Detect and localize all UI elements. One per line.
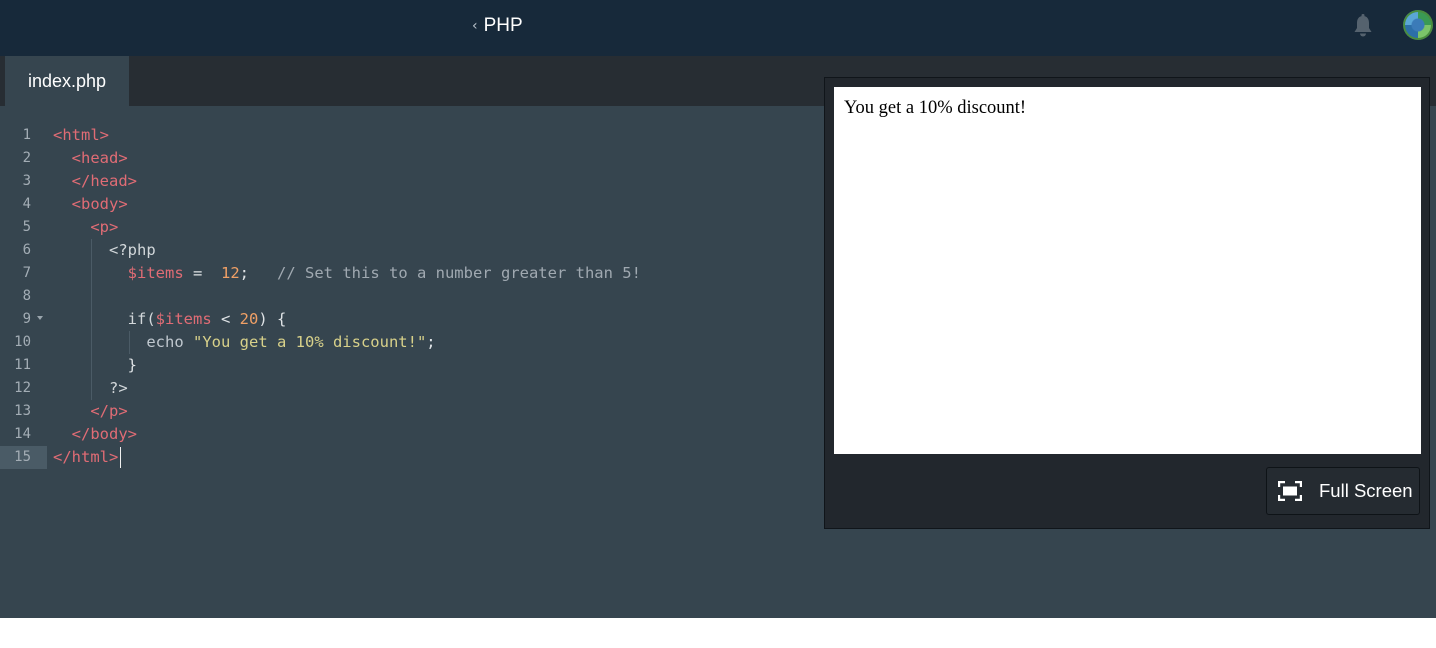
chevron-left-icon: ‹ [472, 18, 478, 34]
code-token: <html> [53, 126, 109, 144]
code-line: 12 ?> [0, 377, 820, 400]
code-token: ) { [258, 310, 287, 328]
tab-index-php[interactable]: index.php [5, 56, 129, 106]
line-number: 9 [22, 311, 31, 327]
code-token: <body> [71, 195, 128, 213]
line-number: 13 [14, 403, 31, 419]
code-token: } [127, 356, 137, 374]
code-token: ; [239, 264, 249, 282]
line-number: 5 [22, 219, 31, 235]
full-screen-label: Full Screen [1319, 480, 1413, 501]
code-token: </html> [53, 448, 119, 466]
code-line: 7 $items = 12; // Set this to a number g… [0, 262, 820, 285]
text-cursor [120, 447, 121, 468]
code-string: "You get a 10% discount!" [193, 333, 427, 351]
preview-panel: You get a 10% discount! Full Screen [824, 77, 1430, 529]
code-line: 11 } [0, 354, 820, 377]
code-token: echo [146, 333, 184, 351]
code-token: = [183, 264, 221, 282]
line-number: 12 [14, 380, 31, 396]
code-line: 4 <body> [0, 193, 820, 216]
code-token: </head> [71, 172, 137, 190]
full-screen-button[interactable]: Full Screen [1266, 467, 1420, 515]
code-token: </body> [71, 425, 137, 443]
code-comment: // Set this to a number greater than 5! [277, 264, 641, 282]
line-number: 8 [22, 288, 31, 304]
top-bar: ‹ PHP [0, 0, 1436, 56]
line-number: 7 [22, 265, 31, 281]
preview-output-frame: You get a 10% discount! [834, 87, 1421, 454]
code-token: <head> [71, 149, 128, 167]
line-number: 1 [22, 127, 31, 143]
code-line: 3 </head> [0, 170, 820, 193]
line-number: 4 [22, 196, 31, 212]
code-line: 15 </html> [0, 446, 820, 469]
preview-output-text: You get a 10% discount! [844, 98, 1027, 118]
code-line: 10 echo "You get a 10% discount!"; [0, 331, 820, 354]
line-number: 10 [14, 334, 31, 350]
code-token: < [211, 310, 240, 328]
code-token: ?> [109, 379, 128, 397]
code-token: $items [127, 264, 184, 282]
code-line: 5 <p> [0, 216, 820, 239]
code-token: $items [155, 310, 212, 328]
bell-icon[interactable] [1351, 13, 1375, 39]
code-line: 13 </p> [0, 400, 820, 423]
code-line: 2 <head> [0, 147, 820, 170]
line-number: 3 [22, 173, 31, 189]
code-line: 8 [0, 285, 820, 308]
page-title: PHP [483, 15, 523, 36]
avatar[interactable] [1403, 10, 1433, 40]
line-number: 11 [14, 357, 31, 373]
code-token: </p> [90, 402, 128, 420]
fullscreen-icon [1277, 480, 1303, 502]
code-token: if( [127, 310, 156, 328]
code-token: ; [426, 333, 436, 351]
line-number: 2 [22, 150, 31, 166]
line-number: 14 [14, 426, 31, 442]
back-to-course-link[interactable]: ‹ PHP [472, 13, 523, 39]
code-line: 14 </body> [0, 423, 820, 446]
line-number: 6 [22, 242, 31, 258]
code-line: 9 if($items < 20) { [0, 308, 820, 331]
code-token: 20 [239, 310, 259, 328]
code-line: 1 <html> [0, 124, 820, 147]
fold-arrow-icon[interactable] [37, 316, 43, 320]
code-token: <p> [90, 218, 119, 236]
code-token: <?php [109, 241, 156, 259]
code-token: 12 [220, 264, 240, 282]
code-line: 6 <?php [0, 239, 820, 262]
line-number: 15 [14, 449, 31, 465]
